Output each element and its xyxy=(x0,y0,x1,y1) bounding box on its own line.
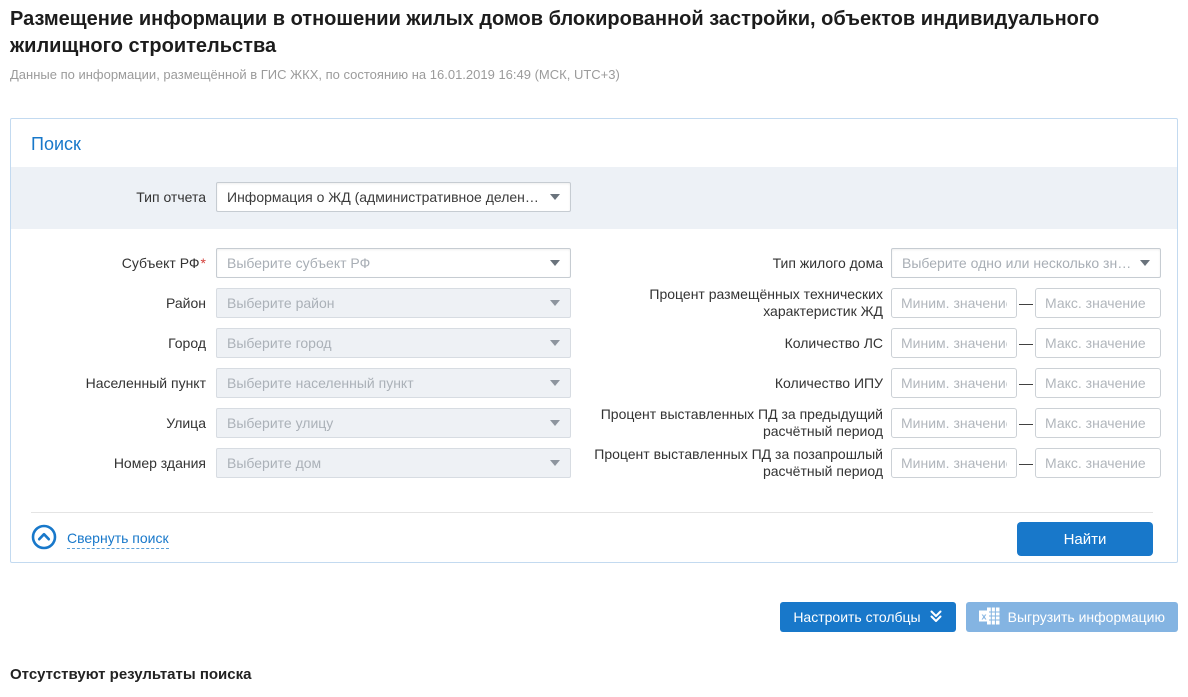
pd-before-prev-period-max-input[interactable] xyxy=(1035,448,1161,478)
no-results-message: Отсутствуют результаты поиска xyxy=(10,666,251,683)
form-row: Район Выберите район xyxy=(11,288,561,318)
form-row: Субъект РФ* Выберите субъект РФ xyxy=(11,248,561,278)
pd-before-prev-period-label: Процент выставленных ПД за позапрошлый р… xyxy=(561,446,883,480)
export-information-label: Выгрузить информацию xyxy=(1008,609,1165,625)
form-row: Количество ЛС — xyxy=(561,328,1177,358)
page-title: Размещение информации в отношении жилых … xyxy=(10,6,1182,60)
svg-text:x: x xyxy=(981,611,986,621)
ls-count-min-input[interactable] xyxy=(891,328,1017,358)
form-row: Процент размещённых технических характер… xyxy=(561,288,1177,318)
report-type-select[interactable]: Информация о ЖД (административное делени… xyxy=(216,182,571,212)
export-information-button[interactable]: x Выгрузить информацию xyxy=(966,602,1178,632)
report-type-label: Тип отчета xyxy=(21,189,206,206)
house-type-label: Тип жилого дома xyxy=(561,255,883,272)
form-row: Город Выберите город xyxy=(11,328,561,358)
tech-specs-percent-range: — xyxy=(891,288,1161,318)
ipu-count-label: Количество ИПУ xyxy=(561,375,883,392)
search-panel-title: Поиск xyxy=(11,119,1177,167)
ls-count-max-input[interactable] xyxy=(1035,328,1161,358)
pd-before-prev-period-min-input[interactable] xyxy=(891,448,1017,478)
range-separator: — xyxy=(1019,455,1033,471)
pd-prev-period-label: Процент выставленных ПД за предыдущий ра… xyxy=(561,406,883,440)
required-asterisk: * xyxy=(201,255,206,271)
range-separator: — xyxy=(1019,295,1033,311)
chevron-down-icon xyxy=(550,260,560,266)
chevron-down-icon xyxy=(1140,260,1150,266)
pd-prev-period-min-input[interactable] xyxy=(891,408,1017,438)
settlement-select[interactable]: Выберите населенный пункт xyxy=(216,368,571,398)
house-type-select[interactable]: Выберите одно или несколько значен... xyxy=(891,248,1161,278)
chevron-down-icon xyxy=(550,460,560,466)
form-row: Номер здания Выберите дом xyxy=(11,448,561,478)
ls-count-range: — xyxy=(891,328,1161,358)
tech-specs-percent-max-input[interactable] xyxy=(1035,288,1161,318)
pd-prev-period-range: — xyxy=(891,408,1161,438)
street-select[interactable]: Выберите улицу xyxy=(216,408,571,438)
excel-icon: x xyxy=(979,607,1000,628)
city-select[interactable]: Выберите город xyxy=(216,328,571,358)
form-row: Процент выставленных ПД за позапрошлый р… xyxy=(561,448,1177,478)
chevron-down-icon xyxy=(550,420,560,426)
search-fields-right: Тип жилого дома Выберите одно или нескол… xyxy=(561,248,1177,478)
chevron-down-icon xyxy=(550,380,560,386)
house-number-label: Номер здания xyxy=(21,455,206,472)
form-row: Количество ИПУ — xyxy=(561,368,1177,398)
ipu-count-max-input[interactable] xyxy=(1035,368,1161,398)
ls-count-label: Количество ЛС xyxy=(561,335,883,352)
ipu-count-range: — xyxy=(891,368,1161,398)
subject-rf-select[interactable]: Выберите субъект РФ xyxy=(216,248,571,278)
city-label: Город xyxy=(21,335,206,352)
form-row: Населенный пункт Выберите населенный пун… xyxy=(11,368,561,398)
tech-specs-percent-min-input[interactable] xyxy=(891,288,1017,318)
settlement-label: Населенный пункт xyxy=(21,375,206,392)
form-row: Тип отчета Информация о ЖД (администрати… xyxy=(11,182,1177,212)
form-row: Улица Выберите улицу xyxy=(11,408,561,438)
collapse-search-label: Свернуть поиск xyxy=(67,530,169,549)
search-panel-footer: Свернуть поиск Найти xyxy=(11,513,1177,556)
configure-columns-button[interactable]: Настроить столбцы xyxy=(780,602,955,632)
chevron-up-circle-icon xyxy=(31,524,57,555)
street-label: Улица xyxy=(21,415,206,432)
report-type-value: Информация о ЖД (административное делени… xyxy=(227,189,542,205)
range-separator: — xyxy=(1019,335,1033,351)
find-button[interactable]: Найти xyxy=(1017,522,1153,556)
configure-columns-label: Настроить столбцы xyxy=(793,609,920,625)
search-fields: Субъект РФ* Выберите субъект РФ Район Вы… xyxy=(11,229,1177,478)
ipu-count-min-input[interactable] xyxy=(891,368,1017,398)
search-fields-left: Субъект РФ* Выберите субъект РФ Район Вы… xyxy=(11,248,561,478)
house-number-select[interactable]: Выберите дом xyxy=(216,448,571,478)
collapse-search-link[interactable]: Свернуть поиск xyxy=(31,524,169,555)
chevron-down-icon xyxy=(550,194,560,200)
range-separator: — xyxy=(1019,375,1033,391)
tech-specs-percent-label: Процент размещённых технических характер… xyxy=(561,286,883,320)
pd-before-prev-period-range: — xyxy=(891,448,1161,478)
pd-prev-period-max-input[interactable] xyxy=(1035,408,1161,438)
district-label: Район xyxy=(21,295,206,312)
double-chevron-down-icon xyxy=(929,609,943,626)
district-select[interactable]: Выберите район xyxy=(216,288,571,318)
form-row: Тип жилого дома Выберите одно или нескол… xyxy=(561,248,1177,278)
form-row: Процент выставленных ПД за предыдущий ра… xyxy=(561,408,1177,438)
subject-rf-label: Субъект РФ* xyxy=(21,255,206,272)
search-panel: Поиск Тип отчета Информация о ЖД (админи… xyxy=(10,118,1178,563)
chevron-down-icon xyxy=(550,340,560,346)
page-subtitle: Данные по информации, размещённой в ГИС … xyxy=(10,67,620,82)
range-separator: — xyxy=(1019,415,1033,431)
table-actions: Настроить столбцы x Выгрузить информацию xyxy=(780,602,1178,632)
chevron-down-icon xyxy=(550,300,560,306)
report-type-band: Тип отчета Информация о ЖД (администрати… xyxy=(11,167,1177,229)
